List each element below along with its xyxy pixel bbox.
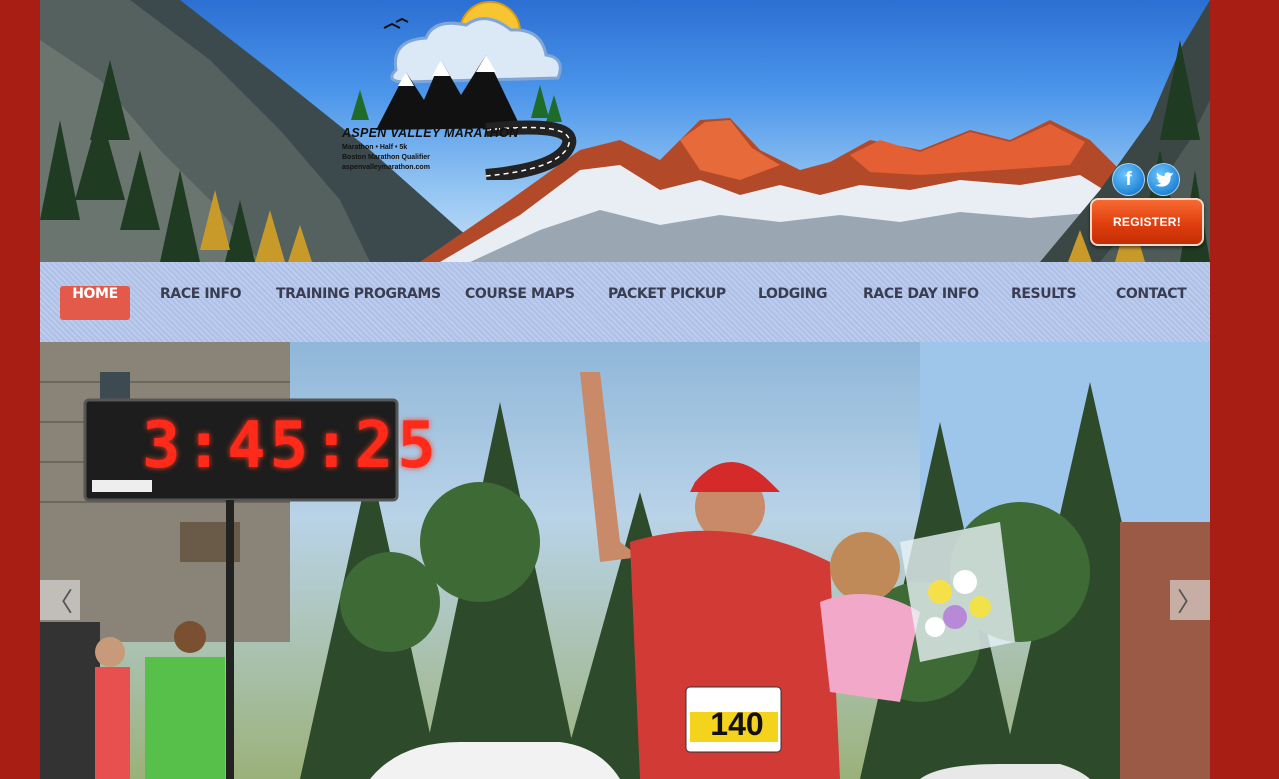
nav-home[interactable]: HOME (60, 286, 130, 320)
race-bib-number: 140 (710, 706, 764, 742)
nav-results[interactable]: RESULTS (1011, 286, 1077, 320)
nav-packet-pickup[interactable]: PACKET PICKUP (608, 286, 726, 320)
nav-course-maps[interactable]: COURSE MAPS (465, 286, 575, 320)
slider-next-icon[interactable]: 〉 (1170, 580, 1210, 620)
logo-qualifier: Boston Marathon Qualifier (342, 154, 430, 161)
social-links: f (1112, 163, 1180, 196)
nav-training-programs[interactable]: TRAINING PROGRAMS (276, 286, 441, 320)
finish-line-photo (40, 342, 1210, 779)
logo-tagline: Marathon • Half • 5k (342, 144, 408, 151)
logo-url: aspenvalleymarathon.com (342, 164, 430, 171)
logo-title: ASPEN VALLEY MARATHON (342, 126, 519, 140)
nav-lodging[interactable]: LODGING (758, 286, 827, 320)
hero-slider: 3:45:25 140 〈 〉 (40, 342, 1210, 779)
register-button[interactable]: REGISTER! (1090, 198, 1204, 246)
avm-logo[interactable]: ASPEN VALLEY MARATHON Marathon • Half • … (336, 0, 586, 183)
header-banner: ASPEN VALLEY MARATHON Marathon • Half • … (40, 0, 1210, 262)
slider-prev-icon[interactable]: 〈 (40, 580, 80, 620)
site-container: ASPEN VALLEY MARATHON Marathon • Half • … (40, 0, 1210, 779)
nav-contact[interactable]: CONTACT (1116, 286, 1187, 320)
mountain-scene (40, 0, 1210, 262)
twitter-bird-icon (1154, 171, 1174, 187)
nav-race-info[interactable]: RACE INFO (160, 286, 242, 320)
race-clock-display: 3:45:25 (142, 409, 440, 483)
twitter-icon[interactable] (1147, 163, 1180, 196)
main-nav: HOME RACE INFO TRAINING PROGRAMS COURSE … (40, 262, 1210, 342)
nav-race-day-info[interactable]: RACE DAY INFO (863, 286, 979, 320)
facebook-icon[interactable]: f (1112, 163, 1145, 196)
